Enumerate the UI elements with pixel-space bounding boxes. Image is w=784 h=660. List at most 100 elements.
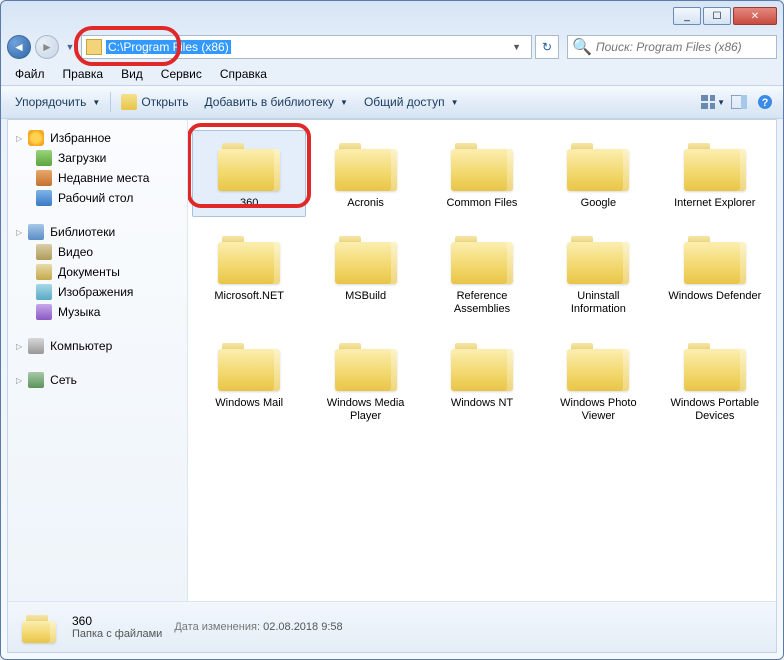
preview-pane-button[interactable] bbox=[727, 91, 751, 113]
sidebar-favorites[interactable]: ▷ Избранное bbox=[8, 128, 187, 148]
folder-label: MSBuild bbox=[345, 290, 386, 303]
sidebar-pictures[interactable]: Изображения bbox=[8, 282, 187, 302]
star-icon bbox=[28, 130, 44, 146]
folder-item[interactable]: Uninstall Information bbox=[541, 223, 655, 323]
folder-icon bbox=[214, 137, 284, 193]
folder-label: 360 bbox=[240, 197, 258, 210]
folder-item[interactable]: Internet Explorer bbox=[658, 130, 772, 217]
video-icon bbox=[36, 244, 52, 260]
explorer-window: _ ☐ ✕ ◄ ► ▼ C:\Program Files (x86) ▼ ↻ 🔍… bbox=[0, 0, 784, 660]
pane-icon bbox=[731, 95, 747, 109]
sidebar-network[interactable]: ▷ Сеть bbox=[8, 370, 187, 390]
folder-item[interactable]: Windows NT bbox=[425, 330, 539, 430]
folder-label: Windows Media Player bbox=[316, 397, 416, 423]
pictures-icon bbox=[36, 284, 52, 300]
documents-icon bbox=[36, 264, 52, 280]
sidebar-libraries[interactable]: ▷ Библиотеки bbox=[8, 222, 187, 242]
address-bar[interactable]: C:\Program Files (x86) ▼ bbox=[81, 35, 532, 59]
back-button[interactable]: ◄ bbox=[7, 35, 31, 59]
sidebar-music[interactable]: Музыка bbox=[8, 302, 187, 322]
content-pane[interactable]: 360 Acronis Common Files Google Internet Exp… bbox=[188, 120, 776, 618]
add-to-library-button[interactable]: Добавить в библиотеку▼ bbox=[196, 91, 355, 113]
nav-row: ◄ ► ▼ C:\Program Files (x86) ▼ ↻ 🔍 bbox=[1, 31, 783, 63]
library-icon bbox=[28, 224, 44, 240]
toolbar: Упорядочить▼ Открыть Добавить в библиоте… bbox=[1, 85, 783, 119]
folder-item[interactable]: MSBuild bbox=[308, 223, 422, 323]
folder-item[interactable]: Windows Defender bbox=[658, 223, 772, 323]
menu-service[interactable]: Сервис bbox=[153, 65, 210, 83]
search-icon: 🔍 bbox=[572, 37, 592, 57]
details-type: Папка с файлами bbox=[72, 628, 162, 640]
folder-item[interactable]: Common Files bbox=[425, 130, 539, 217]
organize-button[interactable]: Упорядочить▼ bbox=[7, 91, 108, 113]
folder-icon bbox=[331, 337, 401, 393]
folder-icon bbox=[563, 230, 633, 286]
close-button[interactable]: ✕ bbox=[733, 7, 777, 25]
maximize-button[interactable]: ☐ bbox=[703, 7, 731, 25]
menu-view[interactable]: Вид bbox=[113, 65, 151, 83]
folder-item[interactable]: Windows Photo Viewer bbox=[541, 330, 655, 430]
folder-item[interactable]: Windows Mail bbox=[192, 330, 306, 430]
details-modified-label: Дата изменения: bbox=[174, 621, 260, 633]
folder-label: Google bbox=[581, 197, 616, 210]
download-icon bbox=[36, 150, 52, 166]
folder-label: Common Files bbox=[447, 197, 518, 210]
refresh-button[interactable]: ↻ bbox=[535, 35, 559, 59]
folder-item[interactable]: Google bbox=[541, 130, 655, 217]
folder-icon bbox=[86, 39, 102, 55]
svg-text:?: ? bbox=[762, 97, 769, 109]
search-input[interactable] bbox=[596, 40, 772, 54]
sidebar-video[interactable]: Видео bbox=[8, 242, 187, 262]
folder-label: Windows Photo Viewer bbox=[548, 397, 648, 423]
computer-icon bbox=[28, 338, 44, 354]
folder-item[interactable]: Acronis bbox=[308, 130, 422, 217]
folder-label: Windows Portable Devices bbox=[665, 397, 765, 423]
menu-bar: Файл Правка Вид Сервис Справка bbox=[1, 63, 783, 85]
folder-label: Microsoft.NET bbox=[214, 290, 284, 303]
network-icon bbox=[28, 372, 44, 388]
music-icon bbox=[36, 304, 52, 320]
forward-button[interactable]: ► bbox=[35, 35, 59, 59]
sidebar-desktop[interactable]: Рабочий стол bbox=[8, 188, 187, 208]
folder-icon bbox=[447, 137, 517, 193]
sidebar-documents[interactable]: Документы bbox=[8, 262, 187, 282]
folder-item[interactable]: Reference Assemblies bbox=[425, 223, 539, 323]
folder-icon bbox=[214, 337, 284, 393]
address-dropdown-icon[interactable]: ▼ bbox=[506, 42, 527, 52]
folder-icon bbox=[680, 337, 750, 393]
folder-label: Internet Explorer bbox=[674, 197, 755, 210]
open-button[interactable]: Открыть bbox=[113, 90, 196, 114]
folder-icon bbox=[563, 137, 633, 193]
desktop-icon bbox=[36, 190, 52, 206]
folder-label: Windows Mail bbox=[215, 397, 283, 410]
menu-file[interactable]: Файл bbox=[7, 65, 53, 83]
minimize-button[interactable]: _ bbox=[673, 7, 701, 25]
details-pane: 360 Папка с файлами Дата изменения: 02.0… bbox=[7, 601, 777, 653]
navigation-pane[interactable]: ▷ Избранное Загрузки Недавние места Рабо… bbox=[8, 120, 188, 618]
view-mode-button[interactable]: ▼ bbox=[701, 91, 725, 113]
folder-icon bbox=[680, 230, 750, 286]
details-modified-value: 02.08.2018 9:58 bbox=[263, 621, 343, 633]
recent-icon bbox=[36, 170, 52, 186]
sidebar-recent[interactable]: Недавние места bbox=[8, 168, 187, 188]
titlebar: _ ☐ ✕ bbox=[1, 1, 783, 31]
nav-history-dropdown[interactable]: ▼ bbox=[63, 35, 77, 59]
menu-help[interactable]: Справка bbox=[212, 65, 275, 83]
folder-item[interactable]: Windows Portable Devices bbox=[658, 330, 772, 430]
search-box[interactable]: 🔍 bbox=[567, 35, 777, 59]
sidebar-downloads[interactable]: Загрузки bbox=[8, 148, 187, 168]
sidebar-computer[interactable]: ▷ Компьютер bbox=[8, 336, 187, 356]
share-button[interactable]: Общий доступ▼ bbox=[356, 91, 467, 113]
thumbnails-icon bbox=[701, 95, 715, 109]
folder-label: Reference Assemblies bbox=[432, 290, 532, 316]
folder-item[interactable]: Windows Media Player bbox=[308, 330, 422, 430]
menu-edit[interactable]: Правка bbox=[55, 65, 112, 83]
folder-grid: 360 Acronis Common Files Google Internet Exp… bbox=[192, 130, 772, 430]
address-path[interactable]: C:\Program Files (x86) bbox=[106, 40, 231, 54]
folder-item[interactable]: Microsoft.NET bbox=[192, 223, 306, 323]
help-button[interactable]: ? bbox=[753, 91, 777, 113]
folder-item[interactable]: 360 bbox=[192, 130, 306, 217]
folder-label: Windows NT bbox=[451, 397, 513, 410]
folder-icon bbox=[563, 337, 633, 393]
help-icon: ? bbox=[757, 94, 773, 110]
